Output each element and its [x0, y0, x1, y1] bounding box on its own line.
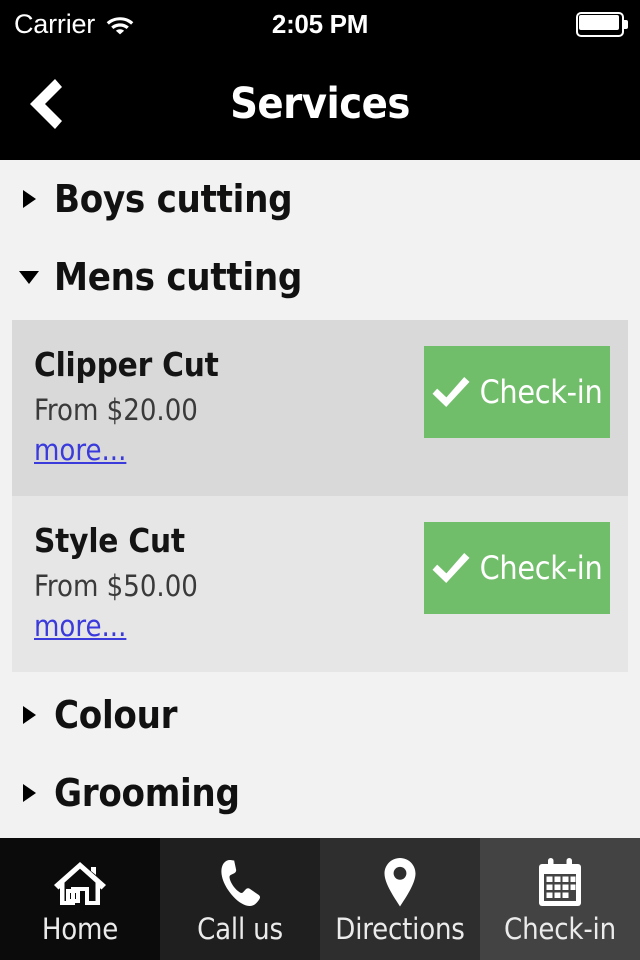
- section-header-mens-cutting[interactable]: Mens cutting: [0, 238, 640, 316]
- status-bar-right: [576, 0, 628, 48]
- tab-directions[interactable]: Directions: [320, 838, 480, 960]
- status-bar: Carrier 2:05 PM: [0, 0, 640, 48]
- checkmark-icon: [432, 553, 470, 583]
- page-title: Services: [230, 79, 410, 129]
- section-label: Boys cutting: [54, 177, 293, 221]
- tab-call-us[interactable]: Call us: [160, 838, 320, 960]
- triangle-down-icon: [18, 264, 40, 290]
- section-header-grooming[interactable]: Grooming: [0, 754, 640, 832]
- tab-label: Check-in: [504, 911, 616, 946]
- service-row[interactable]: Style Cut From $50.00 more... Check-in: [12, 496, 628, 672]
- app-screen: Carrier 2:05 PM Services Boys cutting Me…: [0, 0, 640, 960]
- triangle-right-icon: [18, 186, 40, 212]
- tab-home[interactable]: Home: [0, 838, 160, 960]
- service-row[interactable]: Clipper Cut From $20.00 more... Check-in: [12, 320, 628, 496]
- tab-label: Directions: [335, 911, 465, 946]
- section-label: Colour: [54, 693, 178, 737]
- section-label: Mens cutting: [54, 255, 303, 299]
- triangle-right-icon: [18, 702, 40, 728]
- services-list: Boys cutting Mens cutting Clipper Cut Fr…: [0, 160, 640, 838]
- phone-icon: [221, 859, 261, 906]
- battery-icon: [576, 11, 628, 37]
- service-more-link[interactable]: more...: [34, 609, 126, 644]
- calendar-icon: [539, 857, 581, 906]
- section-header-boys-cutting[interactable]: Boys cutting: [0, 160, 640, 238]
- check-in-label: Check-in: [479, 373, 603, 411]
- home-icon: [54, 861, 106, 905]
- navigation-bar: Services: [0, 48, 640, 160]
- check-in-button[interactable]: Check-in: [424, 346, 610, 438]
- service-group-mens-cutting: Clipper Cut From $20.00 more... Check-in…: [12, 320, 628, 672]
- section-label: Grooming: [54, 771, 240, 815]
- tab-bar: Home Call us Directions Check-in: [0, 838, 640, 960]
- battery-cap: [624, 19, 628, 29]
- check-in-label: Check-in: [479, 549, 603, 587]
- battery-level: [579, 14, 619, 30]
- section-header-colour[interactable]: Colour: [0, 676, 640, 754]
- map-pin-icon: [384, 857, 416, 906]
- tab-check-in[interactable]: Check-in: [480, 838, 640, 960]
- tab-label: Home: [41, 911, 119, 946]
- check-in-button[interactable]: Check-in: [424, 522, 610, 614]
- status-bar-clock: 2:05 PM: [271, 8, 369, 39]
- checkmark-icon: [432, 377, 470, 407]
- service-more-link[interactable]: more...: [34, 433, 126, 468]
- tab-label: Call us: [197, 911, 283, 946]
- triangle-right-icon: [18, 780, 40, 806]
